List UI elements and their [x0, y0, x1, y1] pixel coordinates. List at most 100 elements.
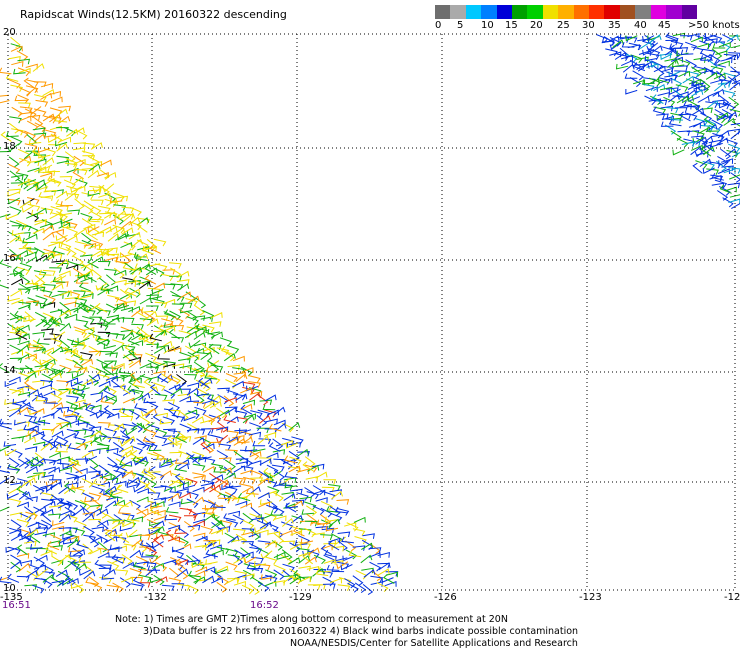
wind-barb — [226, 345, 240, 354]
wind-barb — [8, 498, 22, 506]
wind-barb — [11, 387, 24, 394]
wind-barb — [41, 492, 54, 500]
wind-barb — [192, 486, 205, 493]
wind-barb — [168, 262, 182, 269]
colorbar-segment — [650, 5, 667, 19]
wind-barb — [169, 451, 183, 458]
wind-barb — [115, 569, 129, 576]
wind-barb — [50, 338, 63, 347]
colorbar-segment — [589, 5, 605, 19]
wind-barb — [67, 539, 80, 548]
wind-barb — [39, 384, 52, 390]
wind-barb — [713, 73, 726, 80]
wind-barb — [101, 574, 115, 580]
wind-barb — [105, 496, 119, 502]
wind-barb — [16, 485, 28, 496]
latitude-label: 18 — [3, 141, 16, 152]
wind-barb — [109, 544, 123, 551]
wind-barb — [112, 582, 124, 593]
colorbar-segment — [496, 5, 513, 19]
wind-barb — [21, 205, 34, 213]
wind-barb — [147, 492, 161, 498]
wind-barb — [162, 269, 176, 275]
wind-barb — [80, 254, 93, 261]
wind-barb — [24, 446, 38, 452]
wind-barb — [352, 528, 366, 536]
wind-barb — [12, 266, 25, 277]
wind-barb — [57, 308, 70, 319]
wind-barb — [50, 96, 63, 103]
wind-barb — [92, 478, 106, 487]
wind-barb — [92, 184, 105, 194]
wind-barb — [341, 536, 354, 544]
wind-barb — [208, 321, 222, 327]
wind-barb — [159, 470, 172, 478]
wind-barb — [8, 188, 21, 195]
wind-barb — [74, 429, 87, 435]
colorbar-label: 10 — [481, 20, 494, 31]
latitude-label: 12 — [3, 475, 16, 486]
wind-barb — [29, 525, 42, 534]
wind-barb — [103, 218, 117, 226]
wind-barb — [0, 67, 12, 75]
wind-barb — [141, 307, 154, 313]
wind-barb — [10, 289, 23, 297]
wind-barb — [90, 392, 104, 398]
wind-barb — [265, 418, 278, 425]
wind-barb — [625, 88, 638, 95]
wind-barb — [120, 242, 133, 249]
wind-barb — [64, 162, 78, 170]
wind-barb — [56, 444, 70, 451]
wind-barb — [4, 448, 17, 457]
wind-barb — [106, 584, 120, 592]
wind-barb — [16, 50, 29, 61]
wind-barb — [355, 569, 368, 580]
wind-barb — [59, 466, 72, 473]
wind-barb — [32, 584, 45, 594]
wind-barb — [251, 576, 263, 588]
note-line-1: Note: 1) Times are GMT 2)Times along bot… — [115, 614, 508, 625]
wind-barb — [315, 471, 328, 479]
wind-barb — [186, 400, 200, 406]
wind-barb — [193, 475, 206, 481]
wind-barb — [87, 191, 100, 197]
wind-barb — [142, 436, 156, 444]
wind-barb — [384, 580, 397, 587]
wind-barb — [94, 559, 107, 569]
wind-barb — [98, 277, 110, 289]
wind-barb — [52, 520, 65, 527]
wind-barb — [7, 191, 20, 197]
colorbar-segment — [573, 5, 590, 19]
wind-barb — [53, 331, 66, 340]
wind-barb — [134, 403, 147, 411]
latitude-label: 20 — [3, 27, 16, 38]
wind-barb — [264, 556, 278, 565]
wind-barb — [657, 91, 670, 98]
wind-barb — [67, 209, 81, 216]
wind-barb — [659, 86, 673, 93]
wind-barb — [161, 584, 175, 592]
wind-barb — [200, 525, 214, 534]
wind-barb — [385, 571, 399, 578]
wind-barb — [233, 528, 246, 535]
wind-barb — [218, 409, 231, 418]
wind-barb — [240, 469, 253, 476]
wind-barb — [8, 376, 21, 383]
colorbar-segment — [619, 5, 636, 19]
time-label-mid: 16:52 — [250, 600, 279, 611]
wind-barb — [16, 518, 30, 527]
wind-barb — [153, 382, 166, 392]
wind-barb — [145, 352, 158, 362]
wind-barb — [74, 241, 88, 249]
wind-barb — [179, 291, 192, 299]
colorbar-segment — [481, 5, 497, 19]
wind-barb — [80, 212, 93, 222]
wind-barb — [257, 581, 270, 592]
wind-barb — [113, 452, 126, 462]
wind-barb — [203, 484, 216, 492]
colorbar-segment — [604, 5, 620, 19]
wind-barb — [272, 505, 285, 516]
wind-barb — [59, 364, 72, 374]
colorbar-label: 45 — [658, 20, 671, 31]
wind-barb — [42, 231, 55, 241]
